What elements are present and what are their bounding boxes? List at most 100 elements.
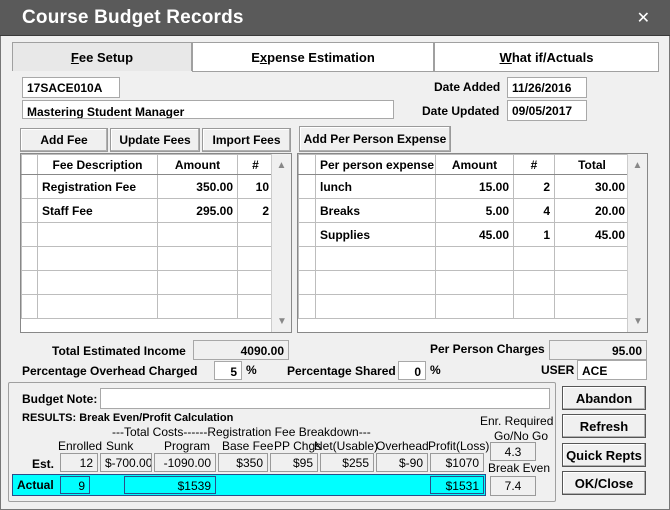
- est-label: Est.: [32, 457, 55, 471]
- overhead-pct-sign: %: [246, 363, 257, 377]
- expense-description-cell[interactable]: Breaks: [315, 198, 436, 223]
- scroll-up-icon[interactable]: ▲: [273, 156, 291, 174]
- table-row[interactable]: Staff Fee 295.00 2: [21, 198, 274, 223]
- expense-count-cell[interactable]: 2: [513, 174, 555, 199]
- actual-cost[interactable]: $1539: [124, 476, 216, 494]
- table-row[interactable]: [21, 270, 274, 295]
- actual-profit[interactable]: $1531: [430, 476, 484, 494]
- quick-repts-button[interactable]: Quick Repts: [562, 443, 646, 467]
- table-row[interactable]: Registration Fee 350.00 10: [21, 174, 274, 199]
- break-even-value: 7.4: [490, 476, 536, 496]
- update-fees-label: Update Fees: [119, 133, 191, 147]
- date-updated-field: 09/05/2017: [507, 100, 587, 121]
- per-person-charges-field: 95.00: [549, 340, 647, 360]
- table-row[interactable]: [21, 222, 274, 247]
- results-title: RESULTS: Break Even/Profit Calculation: [22, 412, 234, 424]
- window-title: Course Budget Records: [22, 7, 244, 28]
- budget-note-input[interactable]: [100, 388, 550, 409]
- scroll-down-icon[interactable]: ▼: [629, 312, 647, 330]
- fee-description-header[interactable]: Fee Description: [37, 154, 158, 175]
- col-base-fee-label: Base Fee: [222, 439, 274, 453]
- refresh-button[interactable]: Refresh: [562, 414, 646, 438]
- table-row[interactable]: Breaks 5.00 4 20.00: [298, 198, 630, 223]
- row-gutter-header: [298, 154, 316, 175]
- expense-total-cell[interactable]: 45.00: [554, 222, 630, 247]
- date-added-field: 11/26/2016: [507, 77, 587, 98]
- est-pp-chgs: $95: [270, 453, 318, 472]
- scroll-up-icon[interactable]: ▲: [629, 156, 647, 174]
- tab-fee-setup[interactable]: Fee Setup: [12, 42, 192, 71]
- col-profit-loss-label: Profit(Loss): [428, 439, 490, 453]
- shared-label: Percentage Shared: [287, 364, 396, 378]
- add-per-person-label: Add Per Person Expense: [303, 132, 447, 146]
- fee-amount-cell[interactable]: 295.00: [157, 198, 238, 223]
- expense-amount-header[interactable]: Amount: [435, 154, 514, 175]
- table-row[interactable]: [21, 294, 274, 319]
- course-name-field[interactable]: Mastering Student Manager: [22, 100, 394, 119]
- date-updated-label: Date Updated: [422, 104, 500, 118]
- table-row[interactable]: [298, 246, 630, 271]
- tab-expense-estimation[interactable]: Ex pense Estimation: [192, 42, 434, 72]
- tab-accel: W: [499, 49, 512, 65]
- est-sunk: $-700.00: [100, 453, 152, 472]
- row-gutter: [298, 198, 316, 223]
- fee-description-cell[interactable]: Staff Fee: [37, 198, 158, 223]
- fee-count-cell[interactable]: 10: [237, 174, 274, 199]
- total-income-field: 4090.00: [193, 340, 289, 360]
- add-fee-button[interactable]: Add Fee: [20, 128, 108, 152]
- expense-amount-cell[interactable]: 45.00: [435, 222, 514, 247]
- table-row[interactable]: Supplies 45.00 1 45.00: [298, 222, 630, 247]
- actual-enrolled[interactable]: 9: [60, 476, 90, 494]
- overhead-label: Percentage Overhead Charged: [22, 364, 198, 378]
- fees-scrollbar[interactable]: ▲ ▼: [271, 154, 291, 332]
- fee-count-header[interactable]: #: [237, 154, 274, 175]
- user-label: USER: [541, 363, 575, 377]
- import-fees-button[interactable]: Import Fees: [202, 128, 291, 152]
- overhead-input[interactable]: 5: [214, 361, 242, 380]
- enr-required-label: Enr. Required: [480, 414, 554, 428]
- table-row[interactable]: [298, 294, 630, 319]
- expense-total-cell[interactable]: 30.00: [554, 174, 630, 199]
- add-per-person-expense-button[interactable]: Add Per Person Expense: [299, 126, 451, 152]
- expense-amount-cell[interactable]: 5.00: [435, 198, 514, 223]
- total-income-label: Total Estimated Income: [52, 344, 186, 358]
- est-overhead: $-90: [376, 453, 428, 472]
- close-icon[interactable]: ✕: [637, 8, 650, 28]
- update-fees-button[interactable]: Update Fees: [110, 128, 200, 152]
- date-added-label: Date Added: [434, 80, 501, 94]
- abandon-label: Abandon: [575, 390, 633, 406]
- expense-count-cell[interactable]: 1: [513, 222, 555, 247]
- row-gutter: [21, 174, 38, 199]
- tab-what-if-actuals[interactable]: What if/Actuals: [434, 42, 659, 72]
- ok-close-button[interactable]: OK/Close: [562, 471, 646, 495]
- expense-description-header[interactable]: Per person expense: [315, 154, 436, 175]
- expense-total-header[interactable]: Total: [554, 154, 630, 175]
- expense-count-header[interactable]: #: [513, 154, 555, 175]
- enr-required-value: 4.3: [490, 442, 536, 461]
- expense-scrollbar[interactable]: ▲ ▼: [627, 154, 647, 332]
- per-person-charges-label: Per Person Charges: [430, 342, 545, 356]
- tab-accel: F: [70, 49, 79, 65]
- user-field: ACE: [577, 360, 647, 380]
- expense-grid[interactable]: Per person expense Amount # Total lunch …: [297, 153, 648, 333]
- shared-input[interactable]: 0: [398, 361, 426, 380]
- fee-amount-header[interactable]: Amount: [157, 154, 238, 175]
- est-program: -1090.00: [154, 453, 216, 472]
- expense-description-cell[interactable]: Supplies: [315, 222, 436, 247]
- fee-count-cell[interactable]: 2: [237, 198, 274, 223]
- fee-description-cell[interactable]: Registration Fee: [37, 174, 158, 199]
- table-row[interactable]: [298, 270, 630, 295]
- expense-count-cell[interactable]: 4: [513, 198, 555, 223]
- scroll-down-icon[interactable]: ▼: [273, 312, 291, 330]
- abandon-button[interactable]: Abandon: [562, 386, 646, 410]
- expense-amount-cell[interactable]: 15.00: [435, 174, 514, 199]
- expense-total-cell[interactable]: 20.00: [554, 198, 630, 223]
- fees-grid[interactable]: Fee Description Amount # Registration Fe…: [20, 153, 292, 333]
- table-row[interactable]: [21, 246, 274, 271]
- expense-description-cell[interactable]: lunch: [315, 174, 436, 199]
- fee-amount-cell[interactable]: 350.00: [157, 174, 238, 199]
- table-row[interactable]: lunch 15.00 2 30.00: [298, 174, 630, 199]
- import-fees-label: Import Fees: [212, 133, 281, 147]
- row-gutter: [298, 222, 316, 247]
- course-code-field[interactable]: 17SACE010A: [22, 77, 120, 98]
